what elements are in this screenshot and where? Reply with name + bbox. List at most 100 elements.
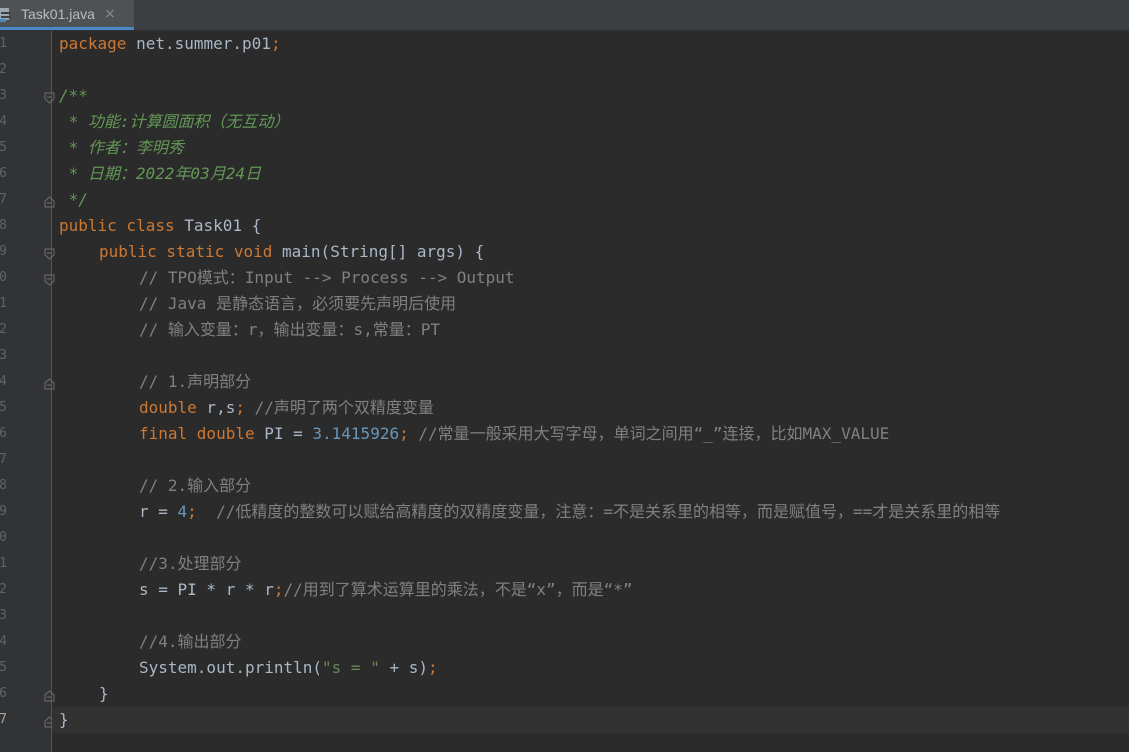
tab-filename: Task01.java [21,5,95,22]
tab-task01-java[interactable]: Task01.java × [0,0,134,30]
semicolon: ; [273,580,284,599]
section-comment: //3.处理部分 [139,554,242,573]
code-line[interactable]: s = PI * r * r;//用到了算术运算里的乘法，不是“x”，而是“*” [52,577,1129,603]
code-line[interactable]: //3.处理部分 [52,551,1129,577]
line-comment: // TPO模式：Input --> Process --> Output [139,268,515,287]
class-declaration: public class Task01 { [59,213,261,239]
code-line[interactable]: * 功能:计算圆面积（无互动） [52,109,1129,135]
inline-comment: //常量一般采用大写字母，单词之间用“_”连接，比如MAX_VALUE [408,424,890,443]
code-line[interactable]: * 作者：李明秀 [52,135,1129,161]
line-number: 7 [0,452,7,467]
line-number: 8 [0,218,7,233]
section-comment: //4.输出部分 [139,632,242,651]
line-number: 2 [0,582,7,597]
code-line[interactable]: double r,s; //声明了两个双精度变量 [52,395,1129,421]
code-line[interactable]: r = 4; //低精度的整数可以赋给高精度的双精度变量，注意：=不是关系里的相… [52,499,1129,525]
method-close-brace: } [99,684,109,703]
semicolon: ; [428,658,438,677]
line-number: 3 [0,88,7,103]
inline-comment: //低精度的整数可以赋给高精度的双精度变量，注意：=不是关系里的相等，而是赋值号… [196,502,1001,521]
section-comment: // 1.声明部分 [139,372,252,391]
variable-names: r,s [196,398,236,417]
line-number: 2 [0,62,7,77]
package-declaration: package net.summer.p01; [59,31,281,57]
line-number: 7 [0,192,7,207]
line-number: 0 [0,270,7,285]
assignment-target: r = [139,502,178,521]
code-line[interactable]: package net.summer.p01; [52,31,1129,57]
line-number: 4 [0,634,7,649]
editor-tab-bar: Task01.java × [0,0,1129,31]
constant-assignment: PI = [254,424,313,443]
line-comment: // 输入变量：r，输出变量：s,常量：PT [139,320,441,339]
code-line[interactable]: final double PI = 3.1415926; //常量一般采用大写字… [52,421,1129,447]
expression: s = PI * r * r [139,580,274,599]
code-line[interactable]: // Java 是静态语言，必须要先声明后使用 [52,291,1129,317]
semicolon: ; [399,424,409,443]
method-call: System.out.println( [139,658,323,677]
line-number: 4 [0,114,7,129]
number-literal: 3.1415926 [312,424,400,443]
code-line[interactable]: public static void main(String[] args) { [52,239,1129,265]
line-number: 9 [0,244,7,259]
inline-comment: //用到了算术运算里的乘法，不是“x”，而是“*” [283,580,633,599]
line-number: 5 [0,660,7,675]
calculation-statement: s = PI * r * r;//用到了算术运算里的乘法，不是“x”，而是“*” [139,577,633,603]
println-statement: System.out.println("s = " + s); [139,655,438,681]
line-number: 0 [0,530,7,545]
number-literal: 4 [177,502,188,521]
code-line[interactable]: System.out.println("s = " + s); [52,655,1129,681]
code-line[interactable]: // 输入变量：r，输出变量：s,常量：PT [52,317,1129,343]
keyword: package [59,34,127,53]
java-file-icon [0,7,11,22]
package-name: net.summer.p01 [126,34,271,53]
code-editor[interactable]: package net.summer.p01; /** * 功能:计算圆面积（无… [52,31,1129,752]
semicolon: ; [187,502,197,521]
semicolon: ; [235,398,245,417]
keyword: public class [59,216,175,235]
line-comment: // Java 是静态语言，必须要先声明后使用 [139,294,457,313]
keyword: double [139,398,197,417]
code-line-current[interactable]: } [52,707,1129,733]
doc-comment-open: /** [59,86,88,105]
line-number: 1 [0,296,7,311]
line-number-gutter: 1 2 3 4 5 6 7 8 9 0 1 2 3 4 5 6 7 8 9 0 … [0,31,55,752]
code-line[interactable]: /** [52,83,1129,109]
code-line[interactable]: } [52,681,1129,707]
code-line[interactable]: */ [52,187,1129,213]
line-number: 3 [0,608,7,623]
doc-comment-line: * 日期：2022年03月24日 [59,164,261,183]
line-number: 1 [0,36,7,51]
code-line[interactable]: // 1.声明部分 [52,369,1129,395]
method-args: + s) [379,658,428,677]
close-tab-icon[interactable]: × [104,6,116,22]
line-number: 6 [0,426,7,441]
doc-comment-line: * 功能:计算圆面积（无互动） [59,112,290,131]
line-number: 5 [0,140,7,155]
line-number: 4 [0,374,7,389]
variable-declaration: double r,s; //声明了两个双精度变量 [139,395,434,421]
code-line[interactable]: // 2.输入部分 [52,473,1129,499]
line-number: 6 [0,686,7,701]
section-comment: // 2.输入部分 [139,476,252,495]
method-signature: main(String[] args) { [272,242,485,261]
inline-comment: //声明了两个双精度变量 [244,398,434,417]
line-number: 6 [0,166,7,181]
code-line[interactable]: public class Task01 { [52,213,1129,239]
line-number: 8 [0,478,7,493]
line-number-current: 7 [0,712,7,727]
code-line[interactable]: * 日期：2022年03月24日 [52,161,1129,187]
method-declaration: public static void main(String[] args) { [99,239,484,265]
doc-comment-line: * 作者：李明秀 [59,138,184,157]
constant-declaration: final double PI = 3.1415926; //常量一般采用大写字… [139,421,889,447]
line-number: 5 [0,400,7,415]
line-number: 3 [0,348,7,363]
line-number: 1 [0,556,7,571]
keyword: final double [139,424,255,443]
class-name: Task01 { [174,216,262,235]
assignment-statement: r = 4; //低精度的整数可以赋给高精度的双精度变量，注意：=不是关系里的相… [139,499,1000,525]
code-line[interactable]: //4.输出部分 [52,629,1129,655]
keyword: public static void [99,242,273,261]
line-number: 2 [0,322,7,337]
code-line[interactable]: // TPO模式：Input --> Process --> Output [52,265,1129,291]
